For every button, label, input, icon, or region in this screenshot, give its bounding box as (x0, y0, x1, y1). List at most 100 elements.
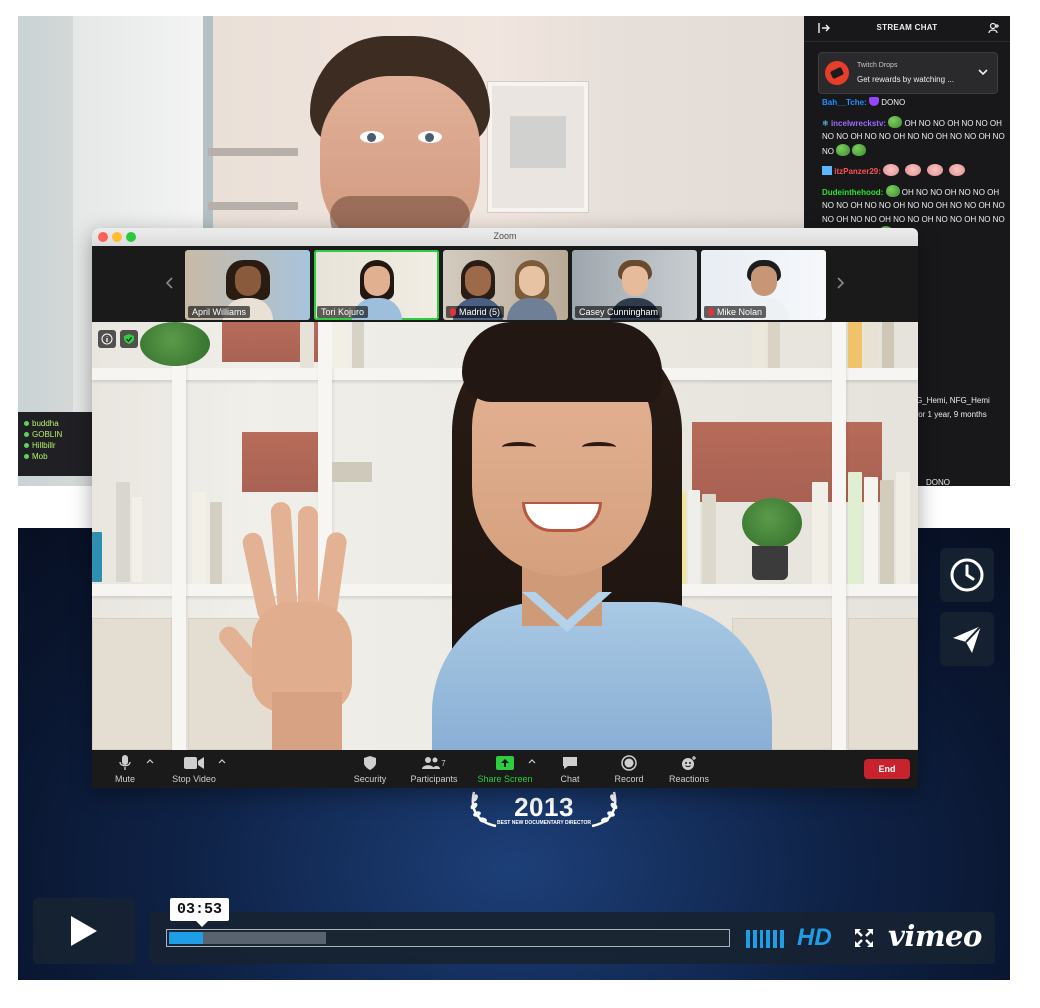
hair-fringe (462, 322, 662, 402)
wall-art (488, 82, 588, 212)
meeting-info-button[interactable] (98, 330, 116, 348)
fullscreen-icon[interactable] (854, 928, 874, 948)
book (102, 492, 114, 582)
volume-control[interactable] (746, 930, 784, 948)
chevron-up-icon[interactable] (218, 758, 226, 764)
security-label: Security (353, 774, 387, 784)
book (92, 532, 102, 582)
drops-badge-icon (825, 61, 849, 85)
drops-title: Twitch Drops (857, 62, 898, 69)
book (882, 322, 894, 368)
potted-plant (140, 322, 210, 366)
chat-title: STREAM CHAT (876, 23, 938, 32)
book (812, 482, 828, 584)
award-laurel: 2013 BEST NEW DOCUMENTARY DIRECTOR (460, 786, 628, 832)
chat-button[interactable]: Chat (556, 754, 584, 784)
subscriber-badge-icon (822, 166, 832, 175)
seek-bar[interactable] (166, 929, 730, 947)
participant-name-label: Madrid (5) (446, 306, 505, 318)
face (235, 266, 261, 296)
book (352, 322, 364, 368)
clock-icon (950, 558, 984, 592)
window-titlebar: Zoom (92, 228, 918, 246)
participant-tile[interactable]: Mike Nolan (701, 250, 826, 320)
mute-button[interactable]: Mute (110, 754, 140, 784)
participant-name: Mike Nolan (717, 307, 763, 317)
wrist (272, 692, 342, 750)
shield-icon (364, 756, 376, 770)
participant-tile[interactable]: Madrid (5) (443, 250, 568, 320)
mini-chat-line: buddha (18, 418, 92, 429)
mini-chat-line: GOBLIN (18, 429, 92, 440)
chat-message-list: Bah__Tche: DONO ❄ incelwreckstv: OH NO N… (822, 96, 1006, 247)
chat-username[interactable]: Dudeinthehood: (822, 188, 883, 197)
active-speaker-video (92, 322, 918, 750)
window-title: Zoom (493, 231, 517, 241)
chat-username[interactable]: itzPanzer29: (834, 167, 881, 176)
participant-name: Casey Cunningham (579, 307, 659, 317)
mute-label: Mute (114, 774, 135, 784)
users-icon[interactable] (988, 22, 1000, 34)
bookshelf-divider (172, 322, 186, 750)
volume-bar (752, 930, 757, 948)
blob-emote-icon (883, 164, 900, 176)
participant-tile[interactable]: April Williams (185, 250, 310, 320)
body (507, 298, 557, 320)
blob-emote-icon (927, 164, 944, 176)
player-controlbar: HD vimeo (150, 912, 995, 964)
stop-video-button[interactable]: Stop Video (168, 754, 220, 784)
book (864, 477, 878, 584)
reactions-label: Reactions (668, 774, 710, 784)
smiley-plus-icon (682, 756, 696, 770)
twitch-drops-banner[interactable]: Twitch Drops Get rewards by watching ... (818, 52, 998, 94)
pepe-emote-icon (888, 115, 903, 128)
volume-bar (773, 930, 778, 948)
chevron-up-icon[interactable] (528, 758, 536, 764)
share-button[interactable] (940, 612, 994, 666)
chevron-right-icon[interactable] (834, 276, 846, 290)
zoom-window: Zoom April Williams Tori Kojuro Madrid (… (92, 228, 918, 788)
eye (502, 442, 536, 452)
vimeo-logo[interactable]: vimeo (888, 919, 982, 953)
hd-toggle[interactable]: HD (797, 924, 832, 952)
record-label: Record (614, 774, 644, 784)
participant-tile-active[interactable]: Tori Kojuro (314, 250, 439, 320)
chevron-left-icon[interactable] (164, 276, 176, 290)
volume-bar (766, 930, 771, 948)
participant-tile[interactable]: Casey Cunningham (572, 250, 697, 320)
chat-header: STREAM CHAT (804, 16, 1010, 42)
share-screen-button[interactable]: Share Screen (474, 754, 536, 784)
participant-video (507, 260, 557, 320)
chat-username[interactable]: Bah__Tche: (822, 98, 867, 107)
brick-wall (242, 432, 322, 492)
security-button[interactable]: Security (350, 754, 390, 784)
play-button[interactable] (33, 898, 135, 964)
chevron-up-icon[interactable] (146, 758, 154, 764)
wall-shelf (208, 148, 298, 156)
watch-later-button[interactable] (940, 548, 994, 602)
time-tooltip: 03:53 (170, 898, 230, 927)
drops-text: Get rewards by watching ... (857, 75, 954, 84)
reactions-button[interactable]: Reactions (666, 754, 712, 784)
waving-hand (215, 492, 362, 750)
face (465, 266, 491, 296)
chevron-down-icon[interactable] (977, 66, 989, 78)
wall-shelf (208, 202, 298, 210)
info-icon (101, 333, 113, 345)
encryption-button[interactable] (120, 330, 138, 348)
blob-emote-icon (949, 164, 966, 176)
award-caption: BEST NEW DOCUMENTARY DIRECTOR (497, 820, 591, 826)
muted-mic-icon (450, 308, 456, 316)
mini-chat-overlay: buddha GOBLIN Hillbillr Mob (18, 412, 92, 476)
end-meeting-button[interactable]: End (864, 759, 910, 779)
chat-username[interactable]: incelwreckstv: (831, 119, 886, 128)
participant-name: Madrid (5) (459, 307, 501, 317)
eye (418, 131, 442, 143)
participants-button[interactable]: 7 Participants (406, 754, 462, 784)
participant-name-label: Casey Cunningham (575, 306, 663, 318)
participants-icon (422, 757, 441, 769)
volume-bar (746, 930, 750, 948)
chat-tail-line: G_Hemi, NFG_Hemi (916, 396, 990, 405)
participant-name: Tori Kojuro (321, 307, 365, 317)
record-button[interactable]: Record (612, 754, 646, 784)
